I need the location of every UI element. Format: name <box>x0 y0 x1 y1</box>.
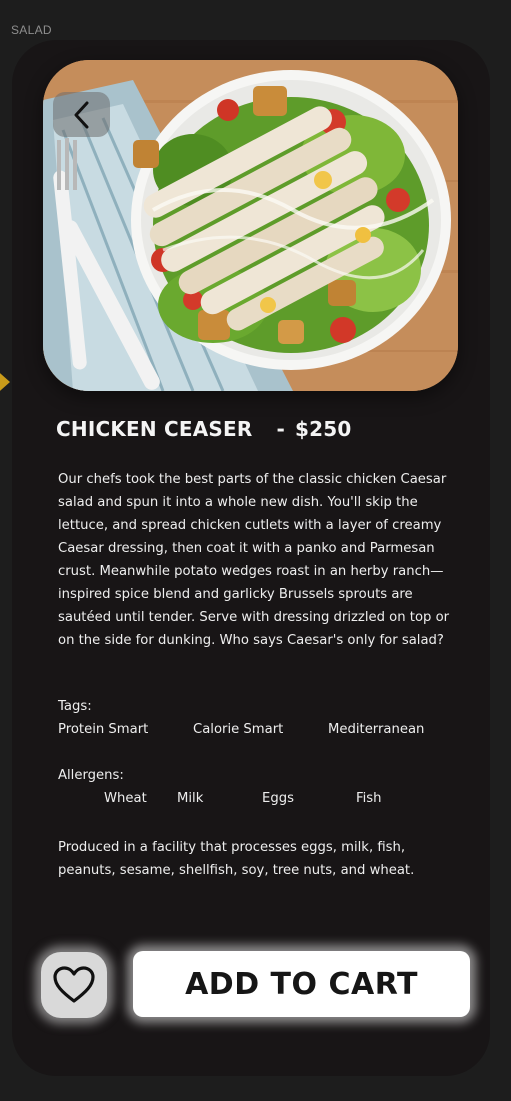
favorite-button[interactable] <box>41 952 107 1018</box>
product-price: $250 <box>295 417 352 441</box>
product-title-row: CHICKEN CEASER - $250 <box>56 417 351 441</box>
allergens-label: Allergens: <box>58 768 124 783</box>
product-description: Our chefs took the best parts of the cla… <box>58 472 450 648</box>
heart-outline-icon <box>53 966 95 1003</box>
product-detail-screen: SALAD CHICKEN CEASER - $250 Our chefs to… <box>0 0 511 1101</box>
allergen-wheat: Wheat <box>104 791 147 806</box>
side-indicator <box>0 366 10 398</box>
allergen-eggs: Eggs <box>262 791 294 806</box>
tag-calorie-smart: Calorie Smart <box>193 722 284 737</box>
title-separator: - <box>276 417 285 441</box>
tag-protein-smart: Protein Smart <box>58 722 149 737</box>
allergen-milk: Milk <box>177 791 204 806</box>
tags-label: Tags: <box>58 699 92 714</box>
tag-mediterranean: Mediterranean <box>328 722 425 737</box>
back-button[interactable] <box>53 92 110 137</box>
chevron-left-icon <box>74 101 88 128</box>
facility-note: Produced in a facility that processes eg… <box>58 840 415 878</box>
add-to-cart-button[interactable]: ADD TO CART <box>133 951 470 1017</box>
section-label: SALAD <box>11 23 52 37</box>
product-name: CHICKEN CEASER <box>56 417 253 441</box>
product-card: CHICKEN CEASER - $250 Our chefs took the… <box>12 40 490 1076</box>
allergen-fish: Fish <box>356 791 382 806</box>
